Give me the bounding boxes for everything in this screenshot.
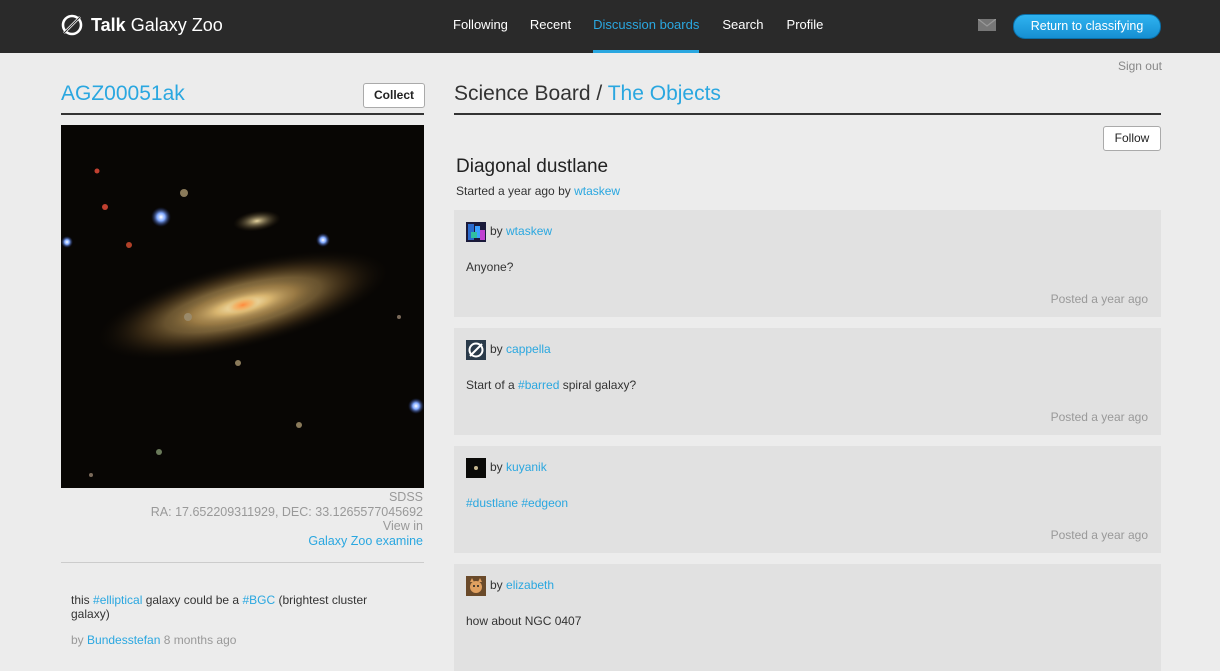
comment-author-link[interactable]: Bundesstefan (87, 633, 160, 647)
comment-byline: by Bundesstefan 8 months ago (71, 633, 237, 647)
discussion-title: Diagonal dustlane (456, 156, 609, 177)
post-byline: by kuyanik (490, 460, 547, 474)
nav-recent[interactable]: Recent (530, 0, 571, 53)
post-body: Start of a #barred spiral galaxy? (466, 378, 637, 392)
galaxy-zoo-examine-link[interactable]: Galaxy Zoo examine (61, 534, 423, 549)
user-avatar[interactable] (466, 340, 486, 360)
divider (61, 562, 424, 563)
top-navigation-bar: Talk Galaxy Zoo Following Recent Discuss… (0, 0, 1220, 53)
talk-galaxy-zoo-logo[interactable]: Talk Galaxy Zoo (61, 10, 223, 40)
main-nav: Following Recent Discussion boards Searc… (453, 0, 823, 53)
post-body: how about NGC 0407 (466, 614, 582, 628)
comment-text: this #elliptical galaxy could be a #BGC … (71, 593, 368, 621)
post: by kuyanik #dustlane #edgeon Posted a ye… (454, 446, 1161, 553)
mail-icon[interactable] (978, 19, 996, 31)
post: by wtaskew Anyone? Posted a year ago (454, 210, 1161, 317)
post-byline: by cappella (490, 342, 551, 356)
nav-search[interactable]: Search (722, 0, 763, 53)
subject-metadata: SDSS RA: 17.652209311929, DEC: 33.126557… (61, 490, 423, 548)
hashtag-link[interactable]: #BGC (242, 593, 275, 607)
sign-out-link[interactable]: Sign out (1118, 59, 1162, 73)
coordinates: RA: 17.652209311929, DEC: 33.12655770456… (150, 504, 423, 519)
post-timestamp: Posted a year ago (1050, 528, 1148, 542)
hashtag-link[interactable]: #elliptical (93, 593, 142, 607)
discussion-meta: Started a year ago by wtaskew (456, 184, 621, 198)
discussion-starter-link[interactable]: wtaskew (574, 184, 620, 198)
post-body: Anyone? (466, 260, 514, 274)
nav-following[interactable]: Following (453, 0, 508, 53)
board-name-link[interactable]: Science Board (454, 82, 591, 105)
view-in-label: View in (382, 519, 423, 533)
post-byline: by wtaskew (490, 224, 553, 238)
post-timestamp: Posted a year ago (1050, 410, 1148, 424)
return-to-classifying-button[interactable]: Return to classifying (1013, 14, 1161, 39)
post-author-link[interactable]: wtaskew (506, 224, 552, 238)
post: by cappella Start of a #barred spiral ga… (454, 328, 1161, 435)
divider (454, 113, 1161, 115)
galaxy-image[interactable] (61, 125, 424, 488)
user-avatar[interactable] (466, 458, 486, 478)
post-byline: by elizabeth (490, 578, 555, 592)
nav-profile[interactable]: Profile (787, 0, 824, 53)
collect-button[interactable]: Collect (363, 83, 425, 108)
post-author-link[interactable]: elizabeth (506, 578, 554, 592)
post-timestamp: Posted a year ago (1050, 292, 1148, 306)
board-breadcrumb: Science Board / The Objects (454, 82, 721, 105)
subject-id-title[interactable]: AGZ00051ak (61, 82, 185, 106)
galaxy-zoo-logo-icon (61, 14, 83, 36)
board-section-link[interactable]: The Objects (608, 82, 721, 105)
nav-discussion-boards[interactable]: Discussion boards (593, 0, 700, 53)
divider (61, 113, 424, 115)
follow-button[interactable]: Follow (1103, 126, 1161, 151)
post-body: #dustlane #edgeon (466, 496, 568, 510)
hashtag-link[interactable]: #barred (518, 378, 559, 392)
user-avatar[interactable] (466, 222, 486, 242)
post: by elizabeth how about NGC 0407 (454, 564, 1161, 671)
logo-text: Talk Galaxy Zoo (91, 14, 223, 35)
data-source: SDSS (388, 490, 423, 504)
post-author-link[interactable]: kuyanik (506, 460, 547, 474)
hashtag-link[interactable]: #dustlane #edgeon (466, 496, 568, 510)
user-avatar[interactable] (466, 576, 486, 596)
post-author-link[interactable]: cappella (506, 342, 551, 356)
